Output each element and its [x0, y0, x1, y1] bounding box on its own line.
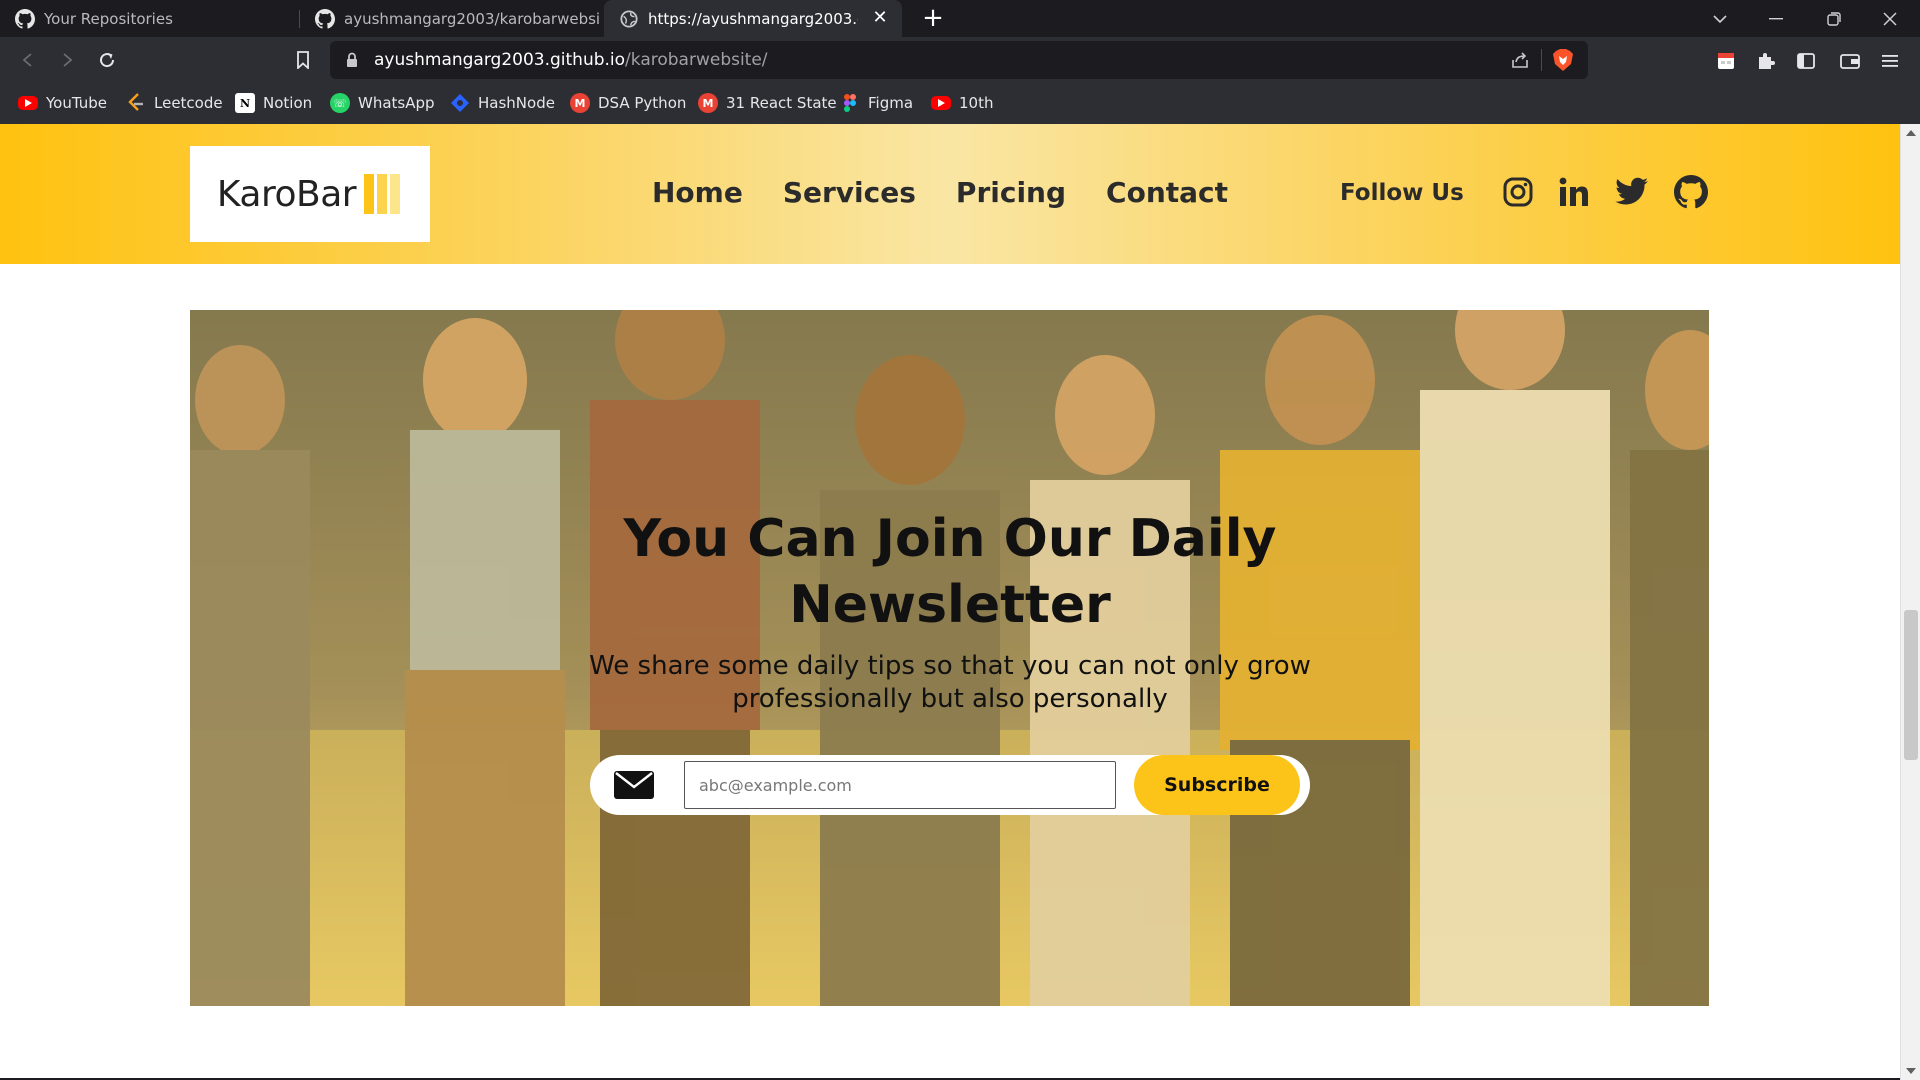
- bookmark-label: DSA Python: [598, 94, 687, 112]
- share-icon[interactable]: [1510, 50, 1530, 74]
- nav-pricing[interactable]: Pricing: [956, 176, 1066, 209]
- tab-karobar-site[interactable]: https://ayushmangarg2003.github.io/karob…: [604, 0, 902, 37]
- logo-bar: [377, 174, 388, 214]
- restore-icon[interactable]: [1806, 0, 1862, 37]
- tab-title: https://ayushmangarg2003.github.io/karob…: [648, 9, 858, 28]
- bookmark-icon[interactable]: [288, 45, 318, 75]
- bookmark-label: HashNode: [478, 94, 555, 112]
- logo[interactable]: KaroBar: [190, 146, 430, 242]
- logo-bars-icon: [364, 174, 403, 214]
- subscribe-button[interactable]: Subscribe: [1134, 755, 1300, 815]
- tab-karobar-repo[interactable]: ayushmangarg2003/karobarwebsite: [300, 0, 600, 37]
- tab-title: Your Repositories: [44, 9, 173, 28]
- leetcode-icon: [126, 93, 146, 113]
- forward-icon[interactable]: [52, 45, 82, 75]
- minimize-icon[interactable]: [1748, 0, 1804, 37]
- youtube-icon: [18, 96, 38, 110]
- github-icon: [314, 8, 335, 29]
- page-viewport: KaroBar Home Services Pricing Contact Fo…: [0, 124, 1920, 1080]
- browser-toolbar: ayushmangarg2003.github.io/karobarwebsit…: [0, 37, 1920, 83]
- main-nav: Home Services Pricing Contact: [652, 176, 1268, 209]
- omnibox-separator: [1541, 49, 1542, 71]
- nav-home[interactable]: Home: [652, 176, 743, 209]
- bookmark-figma[interactable]: Figma: [840, 91, 913, 115]
- youtube-icon: [931, 96, 951, 110]
- tab-search-chevron-icon[interactable]: [1692, 0, 1748, 37]
- newsletter-title: You Can Join Our Daily Newsletter: [623, 509, 1277, 635]
- email-input[interactable]: [684, 761, 1116, 809]
- extensions-puzzle-icon[interactable]: [1752, 47, 1780, 75]
- linkedin-icon[interactable]: [1556, 174, 1592, 210]
- logo-bar: [364, 174, 375, 214]
- page-scrollbar[interactable]: [1900, 124, 1920, 1080]
- tab-your-repositories[interactable]: Your Repositories: [0, 0, 300, 37]
- address-bar[interactable]: ayushmangarg2003.github.io/karobarwebsit…: [330, 41, 1588, 79]
- bookmark-leetcode[interactable]: Leetcode: [126, 91, 223, 115]
- whatsapp-icon: ☏: [330, 93, 350, 113]
- tab-title: ayushmangarg2003/karobarwebsite: [344, 9, 600, 28]
- site-header: KaroBar Home Services Pricing Contact Fo…: [0, 124, 1900, 264]
- logo-bar: [390, 174, 401, 214]
- reload-icon[interactable]: [92, 45, 122, 75]
- browser-tab-bar: Your Repositories ayushmangarg2003/karob…: [0, 0, 1920, 37]
- globe-icon: [618, 8, 639, 29]
- github-icon: [14, 8, 35, 29]
- follow-us-label: Follow Us: [1340, 180, 1464, 206]
- sidebar-toggle-icon[interactable]: [1792, 47, 1820, 75]
- newsletter-subtitle: We share some daily tips so that you can…: [589, 651, 1311, 714]
- bookmark-label: WhatsApp: [358, 94, 435, 112]
- nav-services[interactable]: Services: [783, 176, 916, 209]
- gmail-icon: M: [698, 93, 718, 113]
- bookmark-label: Figma: [868, 94, 914, 112]
- bookmark-notion[interactable]: N Notion: [235, 91, 312, 115]
- newsletter-section: You Can Join Our Daily Newsletter We sha…: [190, 310, 1709, 1006]
- url-domain: ayushmangarg2003.github.io: [374, 50, 626, 70]
- close-window-icon[interactable]: [1862, 0, 1918, 37]
- bookmark-whatsapp[interactable]: ☏ WhatsApp: [330, 91, 435, 115]
- new-tab-button[interactable]: +: [918, 4, 948, 34]
- figma-icon: [840, 93, 860, 113]
- bookmark-label: YouTube: [46, 94, 107, 112]
- bookmark-label: Notion: [263, 94, 313, 112]
- logo-text: KaroBar: [216, 173, 357, 215]
- brave-shields-icon[interactable]: [1552, 48, 1574, 76]
- bookmark-label: 31 React State: [726, 94, 837, 112]
- bookmark-youtube[interactable]: YouTube: [18, 91, 107, 115]
- menu-icon[interactable]: [1876, 47, 1904, 75]
- calendar-extension-icon[interactable]: [1712, 47, 1740, 75]
- url-path: /karobarwebsite/: [625, 50, 768, 70]
- bookmarks-bar: YouTube Leetcode N Notion ☏ WhatsApp Has…: [0, 83, 1920, 124]
- gmail-icon: M: [570, 93, 590, 113]
- hashnode-icon: [450, 93, 470, 113]
- mail-icon: [614, 771, 654, 799]
- bookmark-hashnode[interactable]: HashNode: [450, 91, 555, 115]
- scroll-up-icon[interactable]: [1906, 130, 1916, 136]
- bookmark-10th[interactable]: 10th: [931, 91, 993, 115]
- scrollbar-thumb[interactable]: [1904, 610, 1918, 760]
- twitter-icon[interactable]: [1614, 174, 1650, 210]
- instagram-icon[interactable]: [1500, 174, 1536, 210]
- notion-icon: N: [235, 93, 255, 113]
- subscribe-form: Subscribe: [590, 755, 1310, 815]
- bookmark-dsa-python[interactable]: M DSA Python: [570, 91, 686, 115]
- bookmark-label: Leetcode: [154, 94, 223, 112]
- close-tab-icon[interactable]: ✕: [870, 8, 890, 28]
- bookmark-react-state[interactable]: M 31 React State: [698, 91, 837, 115]
- lock-icon: [346, 52, 358, 72]
- address-url: ayushmangarg2003.github.io/karobarwebsit…: [374, 50, 768, 70]
- bookmark-label: 10th: [959, 94, 994, 112]
- scroll-down-icon[interactable]: [1906, 1068, 1916, 1074]
- github-icon[interactable]: [1673, 174, 1709, 210]
- nav-contact[interactable]: Contact: [1106, 176, 1228, 209]
- wallet-icon[interactable]: [1836, 47, 1864, 75]
- back-icon[interactable]: [13, 45, 43, 75]
